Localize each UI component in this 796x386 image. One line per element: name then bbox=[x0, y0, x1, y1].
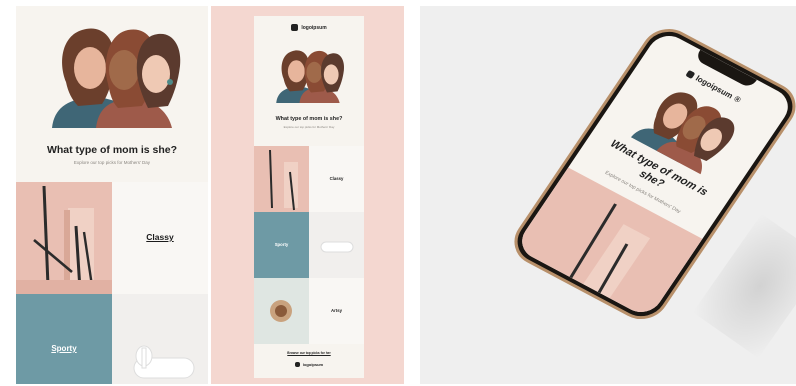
brand-logo: logoipsum bbox=[254, 24, 364, 31]
sporty-link-small[interactable]: Sporty bbox=[254, 242, 309, 247]
earbuds-product-image-small bbox=[309, 212, 364, 278]
classy-category-small[interactable]: Classy bbox=[309, 146, 364, 212]
email-preview-full: logoipsum What type of mom is she? Explo… bbox=[211, 6, 404, 384]
classy-product-image bbox=[16, 182, 112, 294]
email-headline-small: What type of mom is she? bbox=[275, 116, 343, 122]
women-illustration bbox=[52, 28, 181, 128]
row-classy: Classy bbox=[254, 146, 364, 212]
logo-mark-icon bbox=[294, 362, 300, 367]
classy-product-image-small bbox=[254, 146, 309, 212]
footer-logo-text: logoipsum bbox=[302, 362, 324, 367]
sporty-link[interactable]: Sporty bbox=[16, 344, 112, 353]
earbuds-product-image bbox=[112, 294, 208, 384]
phone-mockup-panel: logoipsum ® What type of mom is she? Exp… bbox=[420, 6, 796, 384]
classy-category[interactable]: Classy bbox=[112, 182, 208, 294]
women-illustration-small bbox=[276, 50, 345, 104]
email-preview-large: What type of mom is she? Explore our top… bbox=[16, 6, 208, 384]
phone-logo-trademark: ® bbox=[732, 94, 743, 105]
row-sporty: Sporty bbox=[254, 212, 364, 278]
classy-link[interactable]: Classy bbox=[112, 232, 208, 242]
artsy-link-small[interactable]: Artsy bbox=[309, 308, 364, 313]
footer-logo: logoipsum bbox=[254, 362, 364, 367]
sporty-category[interactable]: Sporty bbox=[16, 294, 112, 384]
artsy-product-image-small bbox=[254, 278, 309, 344]
artsy-category-small[interactable]: Artsy bbox=[309, 278, 364, 344]
email-subhead: Explore our top picks for Mothers' Day bbox=[73, 160, 151, 165]
email-card: logoipsum What type of mom is she? Explo… bbox=[254, 16, 364, 378]
row-artsy: Artsy bbox=[254, 278, 364, 344]
brand-logo-text: logoipsum bbox=[301, 24, 327, 31]
email-headline: What type of mom is she? bbox=[46, 144, 178, 156]
browse-link[interactable]: Browse our top picks for her bbox=[254, 351, 364, 355]
classy-link-small[interactable]: Classy bbox=[309, 176, 364, 181]
email-subhead-small: Explore our top picks for Mothers' Day bbox=[283, 125, 335, 129]
sporty-category-small[interactable]: Sporty bbox=[254, 212, 309, 278]
logo-mark-icon bbox=[291, 24, 299, 31]
logo-mark-icon bbox=[685, 70, 696, 80]
